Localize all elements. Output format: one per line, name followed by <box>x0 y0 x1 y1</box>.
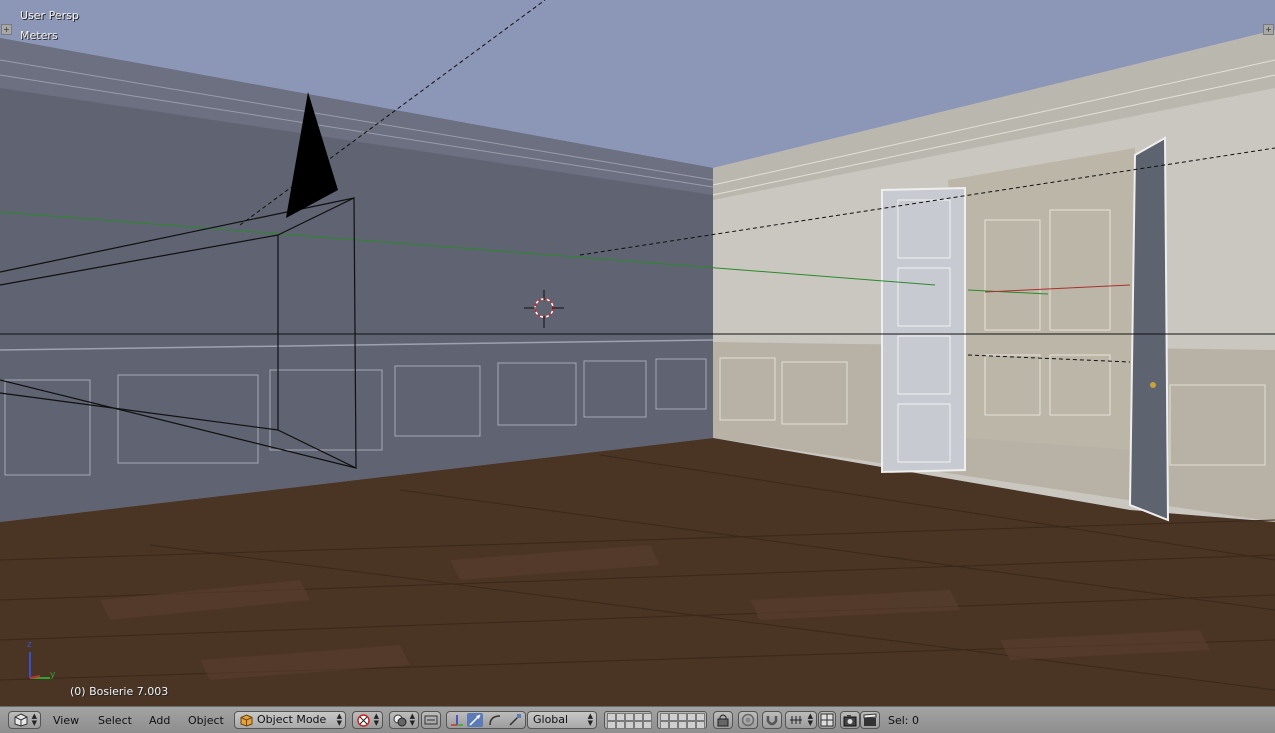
menu-object[interactable]: Object <box>188 714 224 727</box>
mode-label: Object Mode <box>257 713 327 726</box>
units-label: Meters <box>20 29 58 42</box>
scale-icon[interactable] <box>507 713 523 727</box>
pivot-icon <box>357 714 370 727</box>
transform-group <box>446 711 526 729</box>
3d-viewport[interactable]: User Persp Meters (0) Bosierie 7.003 z y… <box>0 0 1275 706</box>
layer-grid-right[interactable] <box>657 711 707 729</box>
scene-render <box>0 0 1275 706</box>
cube-icon <box>14 713 28 727</box>
clapper-icon <box>863 713 877 726</box>
manipulator-icon <box>424 715 438 725</box>
camera-icon <box>843 715 857 727</box>
transform-orientation-dropdown[interactable]: Global ▲ ▼ <box>527 711 597 729</box>
magnet-icon <box>766 716 778 726</box>
editor-type-button[interactable]: ▲ ▼ <box>8 711 41 729</box>
translate-icon[interactable] <box>467 713 483 727</box>
layer-grid-left[interactable] <box>604 711 652 729</box>
lock-icon <box>717 714 729 727</box>
chevron-updown-icon: ▲ ▼ <box>409 712 415 727</box>
manipulator-toggle[interactable] <box>421 711 441 729</box>
snap-element-dropdown[interactable]: ▲ ▼ <box>785 711 817 729</box>
viewport-shading-dropdown[interactable]: ▲ ▼ <box>389 711 419 729</box>
view-name-label: User Persp <box>20 9 79 22</box>
chevron-updown-icon: ▲ ▼ <box>587 712 593 727</box>
spheres-icon <box>393 714 407 727</box>
axis-y-label: y <box>50 670 56 680</box>
mode-dropdown[interactable]: Object Mode ▲ ▼ <box>234 711 346 729</box>
axis-z-label: z <box>27 640 32 650</box>
orientation-label: Global <box>533 713 569 726</box>
proportional-edit-toggle[interactable] <box>738 711 758 729</box>
chevron-updown-icon: ▲ ▼ <box>31 712 37 727</box>
open-door <box>881 186 966 474</box>
doorway <box>948 148 1135 450</box>
object-mode-icon <box>240 714 253 727</box>
lock-camera-toggle[interactable] <box>713 711 733 729</box>
manipulator-axes-icon[interactable] <box>449 713 465 727</box>
proportional-icon <box>741 713 755 727</box>
snap-target-toggle[interactable] <box>818 711 836 729</box>
chevron-updown-icon: ▲ ▼ <box>336 712 342 727</box>
selection-count: Sel: 0 <box>888 714 920 727</box>
chevron-updown-icon: ▲ ▼ <box>373 712 379 727</box>
snap-toggle[interactable] <box>762 711 782 729</box>
render-opengl-button[interactable] <box>840 711 860 729</box>
snap-grid-icon <box>820 713 834 727</box>
chevron-updown-icon: ▲ ▼ <box>807 712 813 727</box>
menu-select[interactable]: Select <box>98 714 132 727</box>
viewport-split-widget-left[interactable]: + <box>1 24 12 35</box>
viewport-split-widget-right[interactable]: + <box>1263 24 1274 35</box>
pivot-point-dropdown[interactable]: ▲ ▼ <box>352 711 383 729</box>
render-animation-button[interactable] <box>860 711 880 729</box>
3d-view-header: ▲ ▼ View Select Add Object Object Mode ▲ ▼… <box>0 706 1275 733</box>
menu-add[interactable]: Add <box>149 714 170 727</box>
snap-increment-icon <box>790 716 802 724</box>
object-info-label: (0) Bosierie 7.003 <box>70 685 169 698</box>
menu-view[interactable]: View <box>53 714 79 727</box>
rotate-icon[interactable] <box>487 713 503 727</box>
side-door <box>1128 136 1170 522</box>
